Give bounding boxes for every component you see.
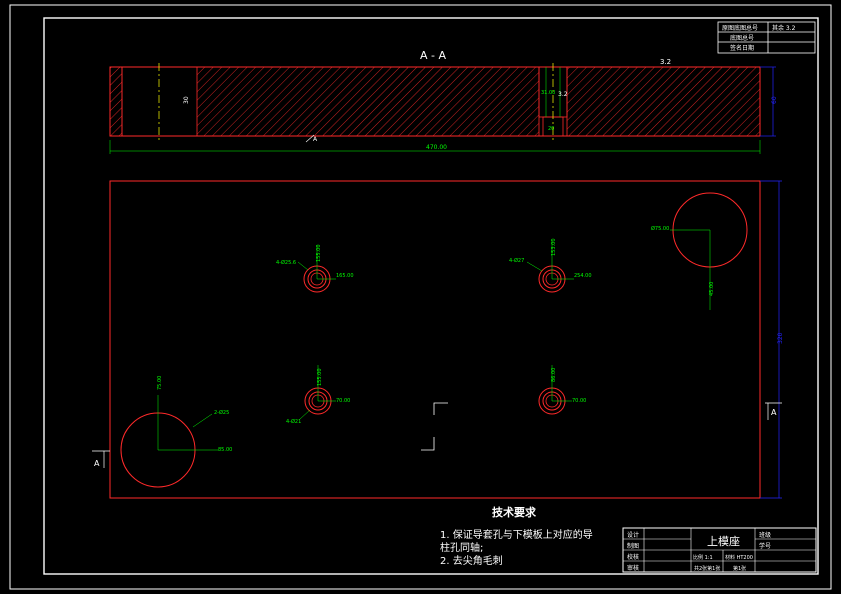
tech-line-3: 2. 去尖角毛刺 — [440, 554, 503, 567]
drawing-sheet: 原图底图总号 其余 3.2 底图总号 签名日期 A - A 31.00 20 3… — [9, 4, 832, 590]
hole-top-right-count: 4-Ø27 — [509, 257, 524, 264]
hole-mid-left: 4-Ø21 155.00 70.00 — [286, 365, 350, 425]
tb-row-review: 审核 — [627, 564, 639, 572]
cut-mark-left: A — [92, 450, 110, 468]
tb-row-check: 校核 — [627, 553, 639, 561]
cut-mark-right: A — [765, 402, 782, 420]
tb-row-design: 设计 — [627, 531, 639, 539]
tech-line-1: 1. 保证导套孔与下模板上对应的导 — [440, 528, 593, 541]
hole-mid-left-v: 155.00 — [317, 369, 323, 387]
length-dimension: 470.00 — [109, 140, 761, 154]
big-hole-top-right-dia: Ø75.00 — [651, 225, 669, 232]
hole-mid-right-h: 70.00 — [572, 398, 586, 404]
big-hole-top-right-v: 45.00 — [709, 282, 715, 296]
hole-top-right: 4-Ø27 153.00 254.00 — [509, 239, 592, 293]
hole-mid-left-h: 70.00 — [336, 398, 350, 404]
cut-mark-right-label: A — [771, 408, 777, 417]
cut-mark-left-label: A — [94, 459, 100, 468]
hole-mid-right: 86.00 70.00 — [538, 365, 586, 415]
hole-top-right-v: 153.00 — [551, 239, 557, 257]
tb-sheet-no: 第1张 — [733, 565, 746, 572]
hole-top-left-v: 155.00 — [316, 245, 322, 263]
big-hole-bottom-left-v: 75.00 — [157, 376, 163, 390]
corner-r2: 底图总号 — [730, 34, 754, 42]
big-hole-top-right: Ø75.00 45.00 — [651, 192, 748, 310]
hole-top-left: 4-Ø25.6 155.00 165.00 — [276, 245, 354, 293]
height-dim-text: 320 — [777, 332, 784, 344]
section-view: 31.00 20 30 3.2 3.2 A — [109, 58, 761, 143]
tech-title: 技术要求 — [492, 505, 537, 519]
tb-material: 材料 HT200 — [725, 554, 753, 561]
big-hole-bottom-left: 2-Ø25 75.00 85.00 — [120, 376, 232, 488]
hole-mid-label: 31.00 — [541, 90, 555, 96]
length-dim-text: 470.00 — [426, 144, 447, 151]
hole-small-label: 20 — [548, 126, 554, 132]
hole-top-left-h: 165.00 — [336, 273, 354, 279]
big-hole-bottom-left-dia: 2-Ø25 — [214, 409, 229, 416]
hole-top-right-h: 254.00 — [574, 273, 592, 279]
section-leader: A — [313, 136, 318, 143]
title-block: 设计 制图 校核 审核 上模座 比例 1:1 材料 HT200 共2张第1张 第… — [622, 527, 817, 573]
hole-mid-right-v: 86.00 — [551, 368, 557, 382]
corner-r1a: 原图底图总号 — [722, 24, 758, 32]
hole-left-label: 30 — [183, 96, 190, 104]
hole-mid-left-count: 4-Ø21 — [286, 418, 301, 425]
tech-requirements: 技术要求 1. 保证导套孔与下模板上对应的导 柱孔同轴; 2. 去尖角毛刺 — [440, 505, 593, 567]
tb-sheets: 共2张第1张 — [694, 565, 720, 572]
tb-class: 班级 — [759, 531, 771, 539]
tech-line-2: 柱孔同轴; — [440, 541, 483, 554]
corner-table: 原图底图总号 其余 3.2 底图总号 签名日期 — [717, 21, 816, 54]
corner-r1b: 其余 3.2 — [772, 24, 796, 32]
center-marks — [421, 402, 448, 451]
tb-scale: 比例 1:1 — [693, 554, 713, 561]
section-title: A - A — [420, 49, 446, 62]
hole-top-left-count: 4-Ø25.6 — [276, 259, 296, 266]
tb-row-draw: 制图 — [627, 542, 639, 550]
height-dimension: 320 — [760, 180, 784, 499]
tb-part-name: 上模座 — [707, 534, 740, 548]
roughness-mid: 3.2 — [558, 91, 568, 98]
roughness-top: 3.2 — [660, 58, 671, 66]
corner-r3: 签名日期 — [730, 44, 754, 52]
tb-student-no: 学号 — [759, 542, 771, 550]
thickness-dim-text: 60 — [771, 96, 778, 104]
big-hole-bottom-left-h: 85.00 — [218, 447, 232, 453]
thickness-dimension: 60 — [760, 66, 778, 137]
